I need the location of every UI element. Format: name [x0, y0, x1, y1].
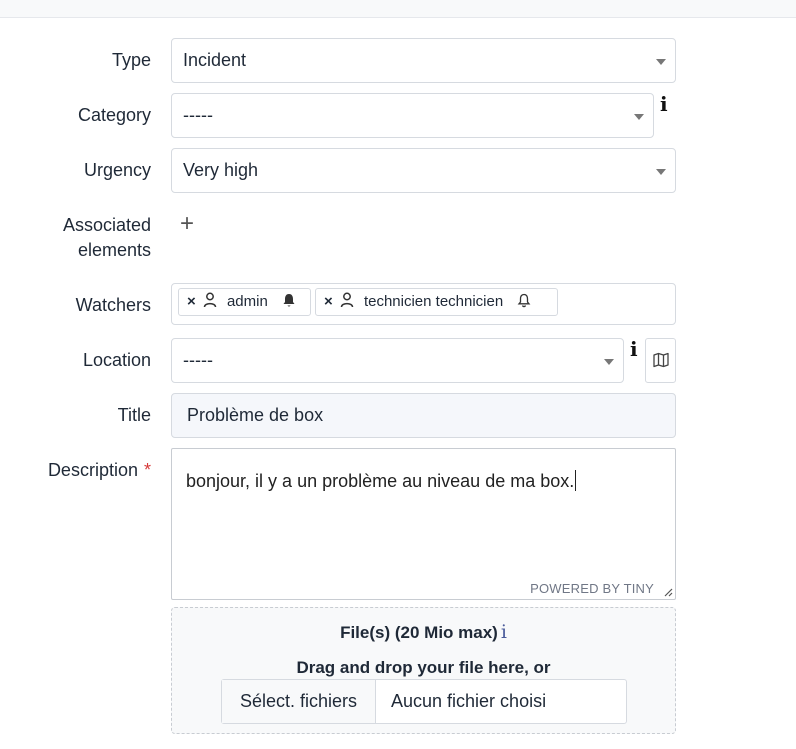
chevron-down-icon	[634, 114, 644, 120]
type-select[interactable]: Incident	[171, 38, 676, 83]
type-value: Incident	[183, 50, 247, 70]
location-value: -----	[183, 350, 213, 370]
description-text: bonjour, il y a un problème au niveau de…	[186, 470, 577, 492]
chevron-down-icon	[656, 169, 666, 175]
map-button[interactable]	[645, 338, 676, 383]
associated-elements-label: Associated elements	[1, 213, 151, 263]
title-label: Title	[117, 405, 151, 425]
files-heading: File(s) (20 Mio max) i	[172, 621, 675, 643]
description-value: bonjour, il y a un problème au niveau de…	[186, 471, 575, 491]
files-info-icon[interactable]: i	[501, 621, 507, 643]
urgency-select[interactable]: Very high	[171, 148, 676, 193]
watcher-tag: × admin	[178, 288, 311, 316]
chevron-down-icon	[656, 59, 666, 65]
watcher-name: technicien technicien	[363, 293, 504, 310]
associated-label-line1: Associated	[62, 215, 151, 235]
add-associated-icon[interactable]: +	[180, 210, 194, 238]
location-select[interactable]: -----	[171, 338, 624, 383]
no-file-chosen-text: Aucun fichier choisi	[391, 691, 547, 711]
category-value: -----	[183, 105, 213, 125]
category-label: Category	[77, 105, 151, 125]
category-info-icon[interactable]: i	[660, 92, 668, 116]
location-label: Location	[82, 350, 151, 370]
watchers-label: Watchers	[75, 295, 151, 315]
select-files-button[interactable]: Sélect. fichiers	[222, 680, 376, 723]
watchers-field[interactable]: × admin × technicien technicien	[171, 283, 676, 325]
associated-label-line2: elements	[77, 240, 151, 260]
drag-drop-text: Drag and drop your file here, or	[296, 658, 551, 677]
bell-outline-icon[interactable]	[517, 293, 531, 308]
required-mark: *	[143, 460, 151, 480]
location-info-icon[interactable]: i	[630, 337, 638, 361]
urgency-value: Very high	[183, 160, 259, 180]
text-cursor	[575, 470, 577, 491]
bell-filled-icon[interactable]	[282, 293, 296, 308]
watcher-name: admin	[226, 293, 268, 310]
user-icon	[340, 292, 354, 308]
user-icon	[203, 292, 217, 308]
files-heading-text: File(s) (20 Mio max)	[340, 623, 498, 642]
type-label: Type	[111, 50, 151, 70]
title-value: Problème de box	[187, 405, 324, 425]
description-editor[interactable]: bonjour, il y a un problème au niveau de…	[171, 448, 676, 600]
remove-watcher-icon[interactable]: ×	[187, 293, 196, 310]
description-label: Description *	[1, 458, 151, 483]
category-select[interactable]: -----	[171, 93, 654, 138]
resize-handle-icon[interactable]	[663, 587, 673, 597]
chevron-down-icon	[604, 359, 614, 365]
top-bar	[0, 0, 796, 18]
file-dropzone[interactable]: File(s) (20 Mio max) i Drag and drop your…	[171, 607, 676, 734]
title-input[interactable]: Problème de box	[171, 393, 676, 438]
remove-watcher-icon[interactable]: ×	[324, 293, 333, 310]
description-label-text: Description	[47, 460, 138, 480]
file-input[interactable]: Sélect. fichiers Aucun fichier choisi	[221, 679, 627, 724]
map-icon	[653, 352, 669, 368]
watcher-tag: × technicien technicien	[315, 288, 558, 316]
powered-by-tiny-link[interactable]: POWERED BY TINY	[530, 581, 654, 596]
urgency-label: Urgency	[83, 160, 151, 180]
